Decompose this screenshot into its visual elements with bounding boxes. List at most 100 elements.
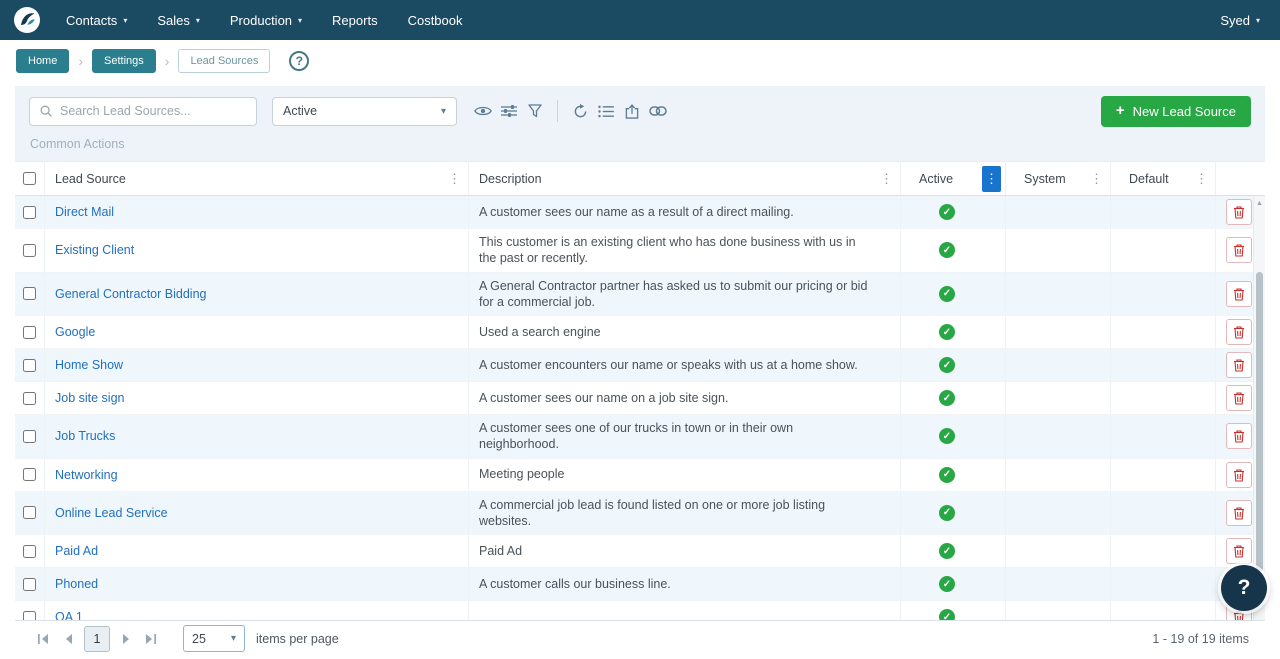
active-cell: ✓ bbox=[901, 459, 1006, 491]
lead-source-link[interactable]: QA 1 bbox=[55, 610, 83, 620]
scroll-up-icon[interactable]: ▲ bbox=[1254, 196, 1265, 207]
column-menu-icon[interactable]: ⋮ bbox=[1192, 166, 1211, 192]
active-check-icon: ✓ bbox=[939, 428, 955, 444]
column-header-lead-source[interactable]: Lead Source ⋮ bbox=[45, 162, 469, 195]
user-menu[interactable]: Syed ▾ bbox=[1220, 13, 1260, 28]
lead-source-link[interactable]: Phoned bbox=[55, 577, 98, 591]
last-page-button[interactable] bbox=[138, 626, 163, 651]
delete-button[interactable] bbox=[1226, 462, 1252, 488]
row-checkbox[interactable] bbox=[23, 206, 36, 219]
active-cell: ✓ bbox=[901, 196, 1006, 228]
trash-icon bbox=[1233, 243, 1245, 257]
list-icon[interactable] bbox=[593, 98, 619, 124]
delete-button[interactable] bbox=[1226, 423, 1252, 449]
column-settings-icon[interactable] bbox=[496, 98, 522, 124]
common-actions-link[interactable]: Common Actions bbox=[29, 126, 125, 158]
lead-source-link[interactable]: Job Trucks bbox=[55, 429, 115, 443]
column-menu-icon[interactable]: ⋮ bbox=[1087, 166, 1106, 192]
app-logo[interactable] bbox=[14, 7, 40, 33]
refresh-icon[interactable] bbox=[567, 98, 593, 124]
row-checkbox[interactable] bbox=[23, 244, 36, 257]
previous-page-button[interactable] bbox=[56, 626, 81, 651]
row-select-cell bbox=[15, 415, 45, 458]
column-header-default[interactable]: Default ⋮ bbox=[1111, 162, 1216, 195]
new-lead-source-button[interactable]: + New Lead Source bbox=[1101, 96, 1251, 127]
breadcrumb-lead-sources[interactable]: Lead Sources bbox=[178, 49, 270, 73]
delete-button[interactable] bbox=[1226, 500, 1252, 526]
column-menu-icon[interactable]: ⋮ bbox=[877, 166, 896, 192]
current-page[interactable]: 1 bbox=[84, 626, 110, 652]
nav-item-contacts[interactable]: Contacts ▾ bbox=[66, 13, 127, 28]
page-size-select[interactable]: 25 ▾ bbox=[183, 625, 245, 652]
lead-source-cell: Networking bbox=[45, 459, 469, 491]
column-menu-icon-active[interactable]: ⋮ bbox=[982, 166, 1001, 192]
column-header-description[interactable]: Description ⋮ bbox=[469, 162, 901, 195]
link-icon[interactable] bbox=[645, 98, 671, 124]
lead-source-link[interactable]: Networking bbox=[55, 468, 118, 482]
lead-source-link[interactable]: Job site sign bbox=[55, 391, 124, 405]
column-header-active[interactable]: Active ⋮ bbox=[901, 162, 1006, 195]
nav-item-label: Sales bbox=[157, 13, 190, 28]
system-cell bbox=[1006, 601, 1111, 620]
lead-source-cell: QA 1 bbox=[45, 601, 469, 620]
nav-item-production[interactable]: Production ▾ bbox=[230, 13, 302, 28]
row-checkbox[interactable] bbox=[23, 578, 36, 591]
lead-source-cell: Direct Mail bbox=[45, 196, 469, 228]
nav-item-costbook[interactable]: Costbook bbox=[408, 13, 463, 28]
lead-source-cell: Online Lead Service bbox=[45, 492, 469, 535]
help-icon[interactable]: ? bbox=[289, 51, 309, 71]
help-fab-button[interactable]: ? bbox=[1221, 565, 1267, 611]
eye-icon[interactable] bbox=[470, 98, 496, 124]
lead-source-description: A customer calls our business line. bbox=[469, 568, 901, 600]
lead-source-description: A customer sees one of our trucks in tow… bbox=[469, 415, 901, 458]
delete-button[interactable] bbox=[1226, 199, 1252, 225]
lead-source-cell: Home Show bbox=[45, 349, 469, 381]
column-header-system[interactable]: System ⋮ bbox=[1006, 162, 1111, 195]
select-all-checkbox[interactable] bbox=[23, 172, 36, 185]
active-check-icon: ✓ bbox=[939, 204, 955, 220]
breadcrumb-settings[interactable]: Settings bbox=[92, 49, 156, 73]
row-checkbox[interactable] bbox=[23, 506, 36, 519]
lead-source-link[interactable]: Existing Client bbox=[55, 243, 134, 257]
row-checkbox[interactable] bbox=[23, 287, 36, 300]
search-icon bbox=[39, 104, 53, 118]
row-checkbox[interactable] bbox=[23, 545, 36, 558]
export-icon[interactable] bbox=[619, 98, 645, 124]
delete-button[interactable] bbox=[1226, 352, 1252, 378]
delete-button[interactable] bbox=[1226, 319, 1252, 345]
row-checkbox[interactable] bbox=[23, 392, 36, 405]
row-checkbox[interactable] bbox=[23, 326, 36, 339]
logo-icon bbox=[14, 7, 40, 33]
trash-icon bbox=[1233, 325, 1245, 339]
scrollbar-thumb[interactable] bbox=[1256, 272, 1263, 572]
delete-button[interactable] bbox=[1226, 281, 1252, 307]
status-filter-select[interactable]: Active ▾ bbox=[272, 97, 457, 126]
filter-icon[interactable] bbox=[522, 98, 548, 124]
lead-source-link[interactable]: Home Show bbox=[55, 358, 123, 372]
row-checkbox[interactable] bbox=[23, 359, 36, 372]
active-cell: ✓ bbox=[901, 415, 1006, 458]
row-checkbox[interactable] bbox=[23, 611, 36, 621]
nav-item-reports[interactable]: Reports bbox=[332, 13, 378, 28]
nav-item-sales[interactable]: Sales ▾ bbox=[157, 13, 200, 28]
column-menu-icon[interactable]: ⋮ bbox=[445, 166, 464, 192]
lead-source-link[interactable]: Paid Ad bbox=[55, 544, 98, 558]
row-checkbox[interactable] bbox=[23, 468, 36, 481]
row-select-cell bbox=[15, 535, 45, 567]
first-page-button[interactable] bbox=[31, 626, 56, 651]
search-input[interactable] bbox=[60, 104, 247, 118]
lead-source-link[interactable]: Online Lead Service bbox=[55, 506, 168, 520]
delete-button[interactable] bbox=[1226, 385, 1252, 411]
chevron-down-icon: ▾ bbox=[196, 15, 200, 25]
pagination-bar: 1 25 ▾ items per page 1 - 19 of 19 items bbox=[15, 620, 1265, 659]
row-checkbox[interactable] bbox=[23, 430, 36, 443]
lead-source-link[interactable]: Google bbox=[55, 325, 95, 339]
delete-button[interactable] bbox=[1226, 237, 1252, 263]
next-page-button[interactable] bbox=[113, 626, 138, 651]
lead-source-link[interactable]: Direct Mail bbox=[55, 205, 114, 219]
lead-source-link[interactable]: General Contractor Bidding bbox=[55, 287, 206, 301]
delete-button[interactable] bbox=[1226, 538, 1252, 564]
breadcrumb-home[interactable]: Home bbox=[16, 49, 69, 73]
vertical-scrollbar[interactable]: ▲ bbox=[1253, 196, 1265, 620]
lead-source-description: A commercial job lead is found listed on… bbox=[469, 492, 901, 535]
